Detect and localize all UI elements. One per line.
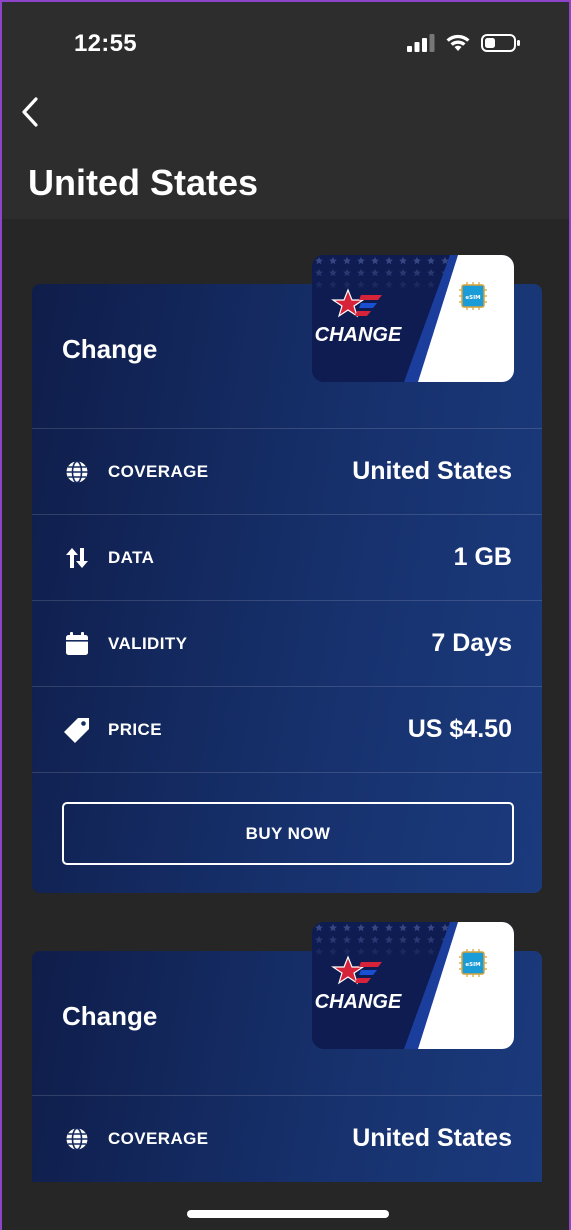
battery-icon [481, 34, 520, 52]
plan-card[interactable]: Change eSIM CHANGE COVERAGE United State… [32, 255, 542, 893]
chip-label: eSIM [465, 962, 480, 968]
price-tag-icon [62, 715, 92, 745]
validity-label: VALIDITY [108, 633, 188, 653]
bottom-area [2, 1182, 569, 1230]
validity-value: 7 Days [431, 629, 512, 657]
plan-name: Change [62, 1001, 158, 1031]
status-icons [407, 33, 521, 53]
brand-text: CHANGE [315, 324, 402, 346]
signal-icon [407, 34, 435, 52]
price-row: PRICE US $4.50 [32, 686, 542, 772]
plan-name: Change [62, 334, 158, 364]
brand-text: CHANGE [315, 991, 402, 1013]
status-time: 12:55 [74, 30, 137, 57]
divider [32, 772, 542, 773]
home-indicator[interactable] [187, 1210, 389, 1218]
sim-card-image: eSIM CHANGE [312, 255, 514, 382]
sim-card-image: eSIM CHANGE [312, 922, 514, 1049]
validity-row: VALIDITY 7 Days [32, 600, 542, 686]
chip-label: eSIM [465, 295, 480, 301]
data-row: DATA 1 GB [32, 514, 542, 600]
coverage-value: United States [352, 457, 512, 485]
screen: 12:55 United States Change eSIM CHANGE C… [0, 0, 571, 1230]
top-header: 12:55 United States [2, 2, 569, 219]
coverage-row: COVERAGE United States [32, 428, 542, 514]
data-transfer-icon [62, 543, 92, 573]
calendar-icon [62, 629, 92, 659]
globe-icon [62, 1124, 92, 1154]
page-title: United States [28, 162, 259, 203]
buy-now-button[interactable]: BUY NOW [62, 802, 514, 865]
back-button[interactable] [12, 94, 48, 130]
price-value: US $4.50 [407, 715, 512, 743]
wifi-icon [446, 34, 470, 51]
coverage-label: COVERAGE [108, 1128, 209, 1148]
price-label: PRICE [108, 719, 162, 739]
chevron-left-icon [22, 97, 38, 127]
plan-card[interactable]: Change eSIM CHANGE COVERAGE United State… [32, 922, 542, 1211]
coverage-value: United States [352, 1124, 512, 1152]
coverage-label: COVERAGE [108, 461, 209, 481]
coverage-row: COVERAGE United States [32, 1095, 542, 1181]
globe-icon [62, 457, 92, 487]
data-label: DATA [108, 547, 155, 567]
data-value: 1 GB [453, 543, 512, 571]
